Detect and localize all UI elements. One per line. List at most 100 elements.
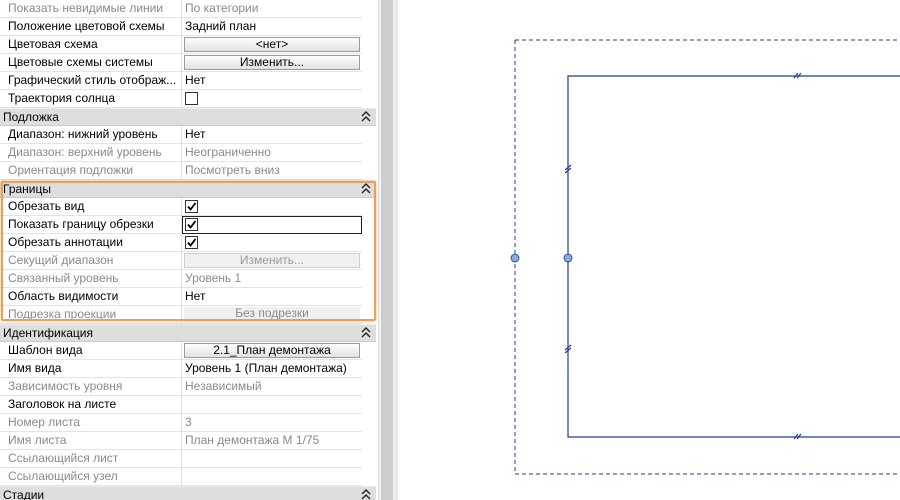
prop-row[interactable]: Связанный уровень Уровень 1 (0, 270, 362, 288)
crop-grip-region (563, 253, 573, 263)
properties-panel: Показать невидимые линии По категории По… (0, 0, 378, 500)
prop-label: Номер листа (0, 414, 182, 432)
prop-label: Ориентация подложки (0, 162, 182, 180)
prop-label: Положение цветовой схемы (0, 18, 182, 36)
group-title: Идентификация (3, 326, 93, 340)
sun-path-checkbox[interactable] (185, 92, 198, 105)
prop-row[interactable]: Шаблон вида 2.1_План демонтажа (0, 342, 362, 360)
prop-row[interactable]: Обрезать вид (0, 198, 362, 216)
prop-label: Цветовые схемы системы (0, 54, 182, 72)
prop-row[interactable]: Положение цветовой схемы Задний план (0, 18, 362, 36)
group-header-extents[interactable]: Границы (0, 180, 376, 198)
color-scheme-button[interactable]: <нет> (184, 37, 360, 52)
prop-row[interactable]: Ссылающийся узел (0, 468, 362, 486)
prop-value: Неограниченно (182, 144, 362, 162)
prop-value: План демонтажа М 1/75 (182, 432, 362, 450)
active-cell-outline (182, 216, 362, 234)
prop-row[interactable]: Цветовая схема <нет> (0, 36, 362, 54)
view-drawing (510, 39, 900, 475)
system-color-schemes-edit-button[interactable]: Изменить... (184, 55, 360, 70)
prop-value: Изменить... (182, 54, 362, 72)
prop-row[interactable]: Траектория солнца (0, 90, 362, 108)
prop-value: Без подрезки (182, 306, 362, 324)
prop-value[interactable]: Нет (182, 72, 362, 90)
scrollbar-thumb[interactable] (381, 0, 393, 500)
prop-label: Ссылающийся узел (0, 468, 182, 486)
group-title: Границы (3, 182, 51, 196)
prop-row[interactable]: Имя вида Уровень 1 (План демонтажа) (0, 360, 362, 378)
group-header-underlay[interactable]: Подложка (0, 108, 376, 126)
prop-label: Имя вида (0, 360, 182, 378)
far-clipping-button: Без подрезки (184, 307, 360, 322)
group-header-phases[interactable]: Стадии (0, 486, 376, 500)
prop-value[interactable]: Нет (182, 126, 362, 144)
double-chevron-up-icon[interactable] (361, 489, 371, 500)
double-chevron-up-icon[interactable] (361, 183, 371, 195)
prop-label: Область видимости (0, 288, 182, 306)
prop-label: Шаблон вида (0, 342, 182, 360)
prop-label: Показать границу обрезки (0, 216, 182, 234)
prop-row[interactable]: Диапазон: верхний уровень Неограниченно (0, 144, 362, 162)
prop-row[interactable]: Подрезка проекции Без подрезки (0, 306, 362, 324)
prop-row[interactable]: Ссылающийся лист (0, 450, 362, 468)
prop-label: Заголовок на листе (0, 396, 182, 414)
prop-value: 2.1_План демонтажа (182, 342, 362, 360)
prop-row[interactable]: Графический стиль отображ... Нет (0, 72, 362, 90)
annotation-crop-boundary (514, 39, 900, 475)
prop-label: Обрезать аннотации (0, 234, 182, 252)
view-range-edit-button: Изменить... (184, 253, 360, 268)
prop-row[interactable]: Область видимости Нет (0, 288, 362, 306)
prop-value: 3 (182, 414, 362, 432)
prop-label: Зависимость уровня (0, 378, 182, 396)
prop-label: Обрезать вид (0, 198, 182, 216)
prop-value (182, 198, 362, 216)
prop-label: Имя листа (0, 432, 182, 450)
prop-row[interactable]: Имя листа План демонтажа М 1/75 (0, 432, 362, 450)
view-template-button[interactable]: 2.1_План демонтажа (184, 343, 360, 358)
prop-label: Графический стиль отображ... (0, 72, 182, 90)
prop-row[interactable]: Обрезать аннотации (0, 234, 362, 252)
double-chevron-up-icon[interactable] (361, 327, 371, 339)
prop-row[interactable]: Показать невидимые линии По категории (0, 0, 362, 18)
prop-row[interactable]: Секущий диапазон Изменить... (0, 252, 362, 270)
prop-label: Ссылающийся лист (0, 450, 182, 468)
double-chevron-up-icon[interactable] (361, 111, 371, 123)
prop-label: Диапазон: нижний уровень (0, 126, 182, 144)
crop-grip-annotation (510, 253, 520, 263)
drawing-canvas[interactable] (398, 0, 900, 500)
prop-value: Посмотреть вниз (182, 162, 362, 180)
annotation-crop-checkbox[interactable] (185, 236, 198, 249)
prop-label: Цветовая схема (0, 36, 182, 54)
check-icon (187, 202, 197, 211)
prop-label: Подрезка проекции (0, 306, 182, 324)
prop-row[interactable]: Заголовок на листе (0, 396, 362, 414)
check-icon (187, 238, 197, 247)
prop-label: Секущий диапазон (0, 252, 182, 270)
prop-value: По категории (182, 0, 362, 18)
prop-value (182, 90, 362, 108)
prop-value (182, 450, 362, 468)
prop-value[interactable]: Уровень 1 (План демонтажа) (182, 360, 362, 378)
prop-value: Независимый (182, 378, 362, 396)
properties-scrollbar[interactable] (378, 0, 395, 500)
prop-row[interactable]: Номер листа 3 (0, 414, 362, 432)
prop-row[interactable]: Ориентация подложки Посмотреть вниз (0, 162, 362, 180)
prop-label: Диапазон: верхний уровень (0, 144, 182, 162)
crop-view-checkbox[interactable] (185, 200, 198, 213)
group-header-identity[interactable]: Идентификация (0, 324, 376, 342)
prop-label: Показать невидимые линии (0, 0, 182, 18)
prop-row[interactable]: Цветовые схемы системы Изменить... (0, 54, 362, 72)
prop-value: <нет> (182, 36, 362, 54)
prop-label: Траектория солнца (0, 90, 182, 108)
prop-value[interactable] (182, 396, 362, 414)
prop-value (182, 234, 362, 252)
prop-value[interactable]: Задний план (182, 18, 362, 36)
prop-row[interactable]: Зависимость уровня Независимый (0, 378, 362, 396)
prop-label: Связанный уровень (0, 270, 182, 288)
crop-region-boundary (567, 75, 900, 438)
group-title: Стадии (3, 488, 45, 500)
prop-row[interactable]: Диапазон: нижний уровень Нет (0, 126, 362, 144)
group-title: Подложка (3, 110, 59, 124)
prop-value: Уровень 1 (182, 270, 362, 288)
prop-value[interactable]: Нет (182, 288, 362, 306)
